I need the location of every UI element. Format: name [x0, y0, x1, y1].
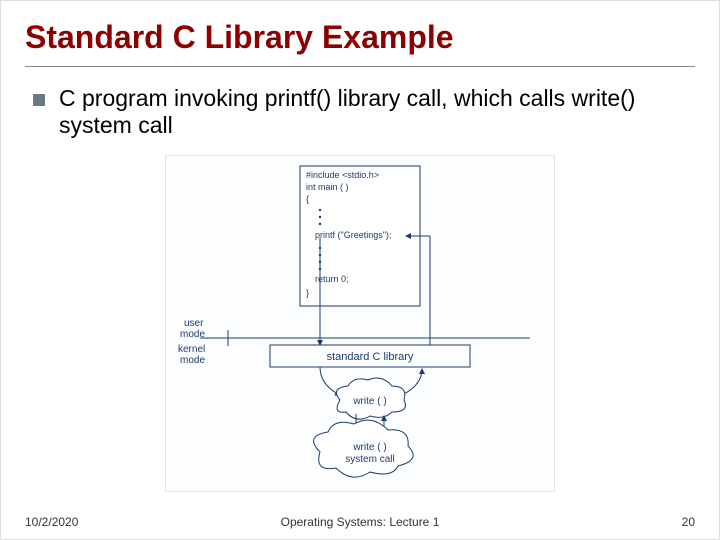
square-bullet-icon	[33, 94, 45, 106]
footer-center: Operating Systems: Lecture 1	[281, 515, 440, 529]
user-mode-u: user	[184, 318, 204, 329]
user-mode-m: mode	[180, 329, 205, 340]
page-title: Standard C Library Example	[25, 19, 695, 67]
code-line-closebrace: }	[306, 288, 309, 298]
diagram-svg: #include <stdio.h> int main ( ) { printf…	[170, 160, 550, 480]
bullet-row: C program invoking printf() library call…	[25, 85, 695, 139]
bullet-text: C program invoking printf() library call…	[59, 85, 695, 139]
syscall-line1: write ( )	[352, 442, 386, 453]
footer-date: 10/2/2020	[25, 515, 78, 529]
code-line-openbrace: {	[306, 194, 309, 204]
kernel-mode-m: mode	[180, 355, 205, 366]
kernel-mode-k: kernel	[178, 344, 205, 355]
footer: 10/2/2020 Operating Systems: Lecture 1 2…	[25, 515, 695, 529]
figure-container: #include <stdio.h> int main ( ) { printf…	[25, 155, 695, 492]
code-line-include: #include <stdio.h>	[306, 170, 379, 180]
slide: Standard C Library Example C program inv…	[0, 0, 720, 540]
syscall-line2: system call	[345, 454, 394, 465]
footer-page: 20	[682, 515, 695, 529]
std-lib-label: standard C library	[327, 351, 414, 363]
write-label: write ( )	[352, 396, 386, 407]
arrow-write-to-lib	[402, 369, 422, 395]
code-line-printf: printf ("Greetings");	[315, 230, 391, 240]
diagram-figure: #include <stdio.h> int main ( ) { printf…	[165, 155, 555, 492]
code-line-main: int main ( )	[306, 182, 349, 192]
